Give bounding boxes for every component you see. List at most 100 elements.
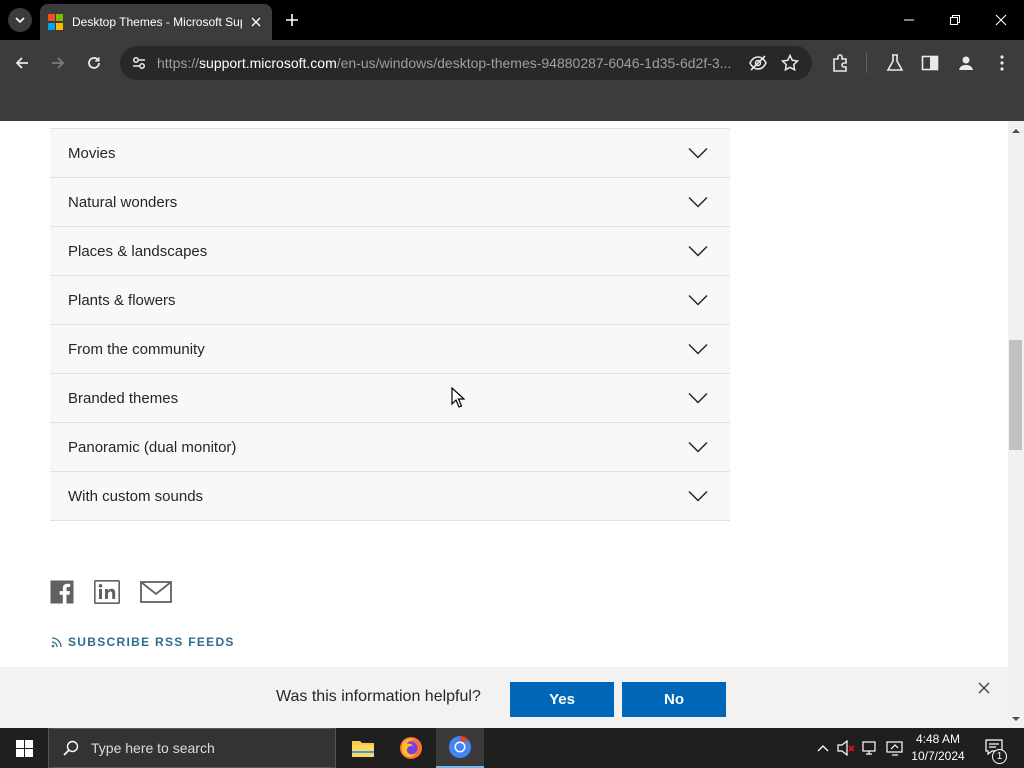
chevron-down-icon (688, 196, 708, 208)
star-icon[interactable] (780, 53, 800, 73)
accordion-item-branded-themes[interactable]: Branded themes (50, 374, 730, 423)
accordion-item-custom-sounds[interactable]: With custom sounds (50, 472, 730, 521)
new-tab-icon[interactable] (282, 10, 302, 30)
chevron-down-icon (688, 490, 708, 502)
forward-button[interactable] (46, 51, 70, 75)
accordion-item-label: Panoramic (dual monitor) (68, 438, 237, 456)
close-icon[interactable] (977, 681, 991, 695)
themes-accordion: Movies Natural wonders Places & landscap… (50, 128, 730, 521)
microsoft-logo-icon (48, 14, 64, 30)
reload-button[interactable] (82, 51, 106, 75)
share-facebook-link[interactable] (50, 580, 74, 604)
accordion-item-natural-wonders[interactable]: Natural wonders (50, 178, 730, 227)
feedback-yes-button[interactable]: Yes (510, 682, 614, 717)
taskbar-search-box[interactable]: Type here to search (48, 728, 336, 768)
tab-title: Desktop Themes - Microsoft Support (72, 15, 242, 29)
network-icon (862, 741, 876, 755)
tab-strip: Desktop Themes - Microsoft Support (0, 0, 1024, 40)
email-icon (140, 581, 172, 603)
firefox-icon (400, 737, 422, 759)
accordion-item-from-the-community[interactable]: From the community (50, 325, 730, 374)
chrome-icon (449, 736, 471, 758)
share-email-link[interactable] (140, 580, 172, 604)
show-hidden-icons-button[interactable] (814, 738, 832, 758)
share-links (50, 580, 192, 604)
windows-logo-icon (15, 739, 33, 757)
chevron-down-icon (688, 294, 708, 306)
accordion-item-places-landscapes[interactable]: Places & landscapes (50, 227, 730, 276)
network-button[interactable] (862, 738, 880, 758)
clock-time: 4:48 AM (915, 732, 961, 746)
accordion-item-label: From the community (68, 340, 205, 358)
scroll-down-icon[interactable] (1010, 714, 1022, 724)
scroll-up-icon[interactable] (1010, 126, 1022, 136)
site-settings-icon[interactable] (128, 52, 150, 74)
taskbar-clock[interactable]: 4:48 AM 10/7/2024 (902, 731, 974, 765)
taskbar-chrome[interactable] (436, 728, 484, 768)
feedback-no-button[interactable]: No (622, 682, 726, 717)
taskbar-firefox[interactable] (387, 728, 435, 768)
tab-search-button[interactable] (8, 8, 32, 32)
scrollbar-thumb[interactable] (1009, 340, 1022, 450)
folder-icon (352, 741, 374, 757)
rss-subscribe-link[interactable]: SUBSCRIBE RSS FEEDS (51, 635, 235, 649)
accordion-item-label: Natural wonders (68, 193, 178, 211)
profile-icon[interactable] (955, 52, 977, 74)
toolbar-divider (866, 53, 867, 73)
notification-count-badge: 1 (992, 749, 1007, 764)
side-panel-icon[interactable] (919, 52, 941, 74)
arrow-left-icon (15, 57, 28, 69)
arrow-right-icon (52, 57, 65, 69)
accordion-item-label: Branded themes (68, 389, 179, 407)
url-text: https://support.microsoft.com/en-us/wind… (157, 55, 747, 71)
chevron-up-icon (817, 745, 829, 752)
url-host: support.microsoft.com (199, 55, 337, 71)
mouse-cursor-icon (451, 387, 465, 408)
labs-flask-icon[interactable] (884, 52, 906, 74)
volume-muted-icon (837, 740, 855, 756)
page-viewport: Movies Natural wonders Places & landscap… (0, 121, 1008, 728)
accordion-item-label: Plants & flowers (68, 291, 176, 309)
restore-icon (950, 15, 960, 25)
linkedin-icon (94, 580, 120, 604)
chevron-down-icon (688, 147, 708, 159)
accordion-item-label: Places & landscapes (68, 242, 208, 260)
accordion-item-panoramic[interactable]: Panoramic (dual monitor) (50, 423, 730, 472)
chevron-down-icon (688, 343, 708, 355)
chevron-down-icon (688, 392, 708, 404)
reload-icon (88, 57, 100, 69)
extensions-icon[interactable] (830, 52, 852, 74)
rss-label: SUBSCRIBE RSS FEEDS (68, 635, 235, 649)
taskbar-file-explorer[interactable] (339, 728, 387, 768)
menu-dots-icon[interactable] (991, 52, 1013, 74)
url-path: /en-us/windows/desktop-themes-94880287-6… (336, 55, 732, 71)
accordion-item-plants-flowers[interactable]: Plants & flowers (50, 276, 730, 325)
minimize-button[interactable] (886, 0, 932, 40)
windows-taskbar: Type here to search 4:48 AM 10/7/2024 1 (0, 728, 1024, 768)
feedback-question: Was this information helpful? (276, 688, 481, 705)
url-scheme: https:// (157, 55, 200, 71)
rss-icon (51, 636, 62, 647)
back-button[interactable] (10, 51, 34, 75)
clock-date: 10/7/2024 (911, 749, 965, 763)
accordion-item-movies[interactable]: Movies (50, 129, 730, 178)
close-window-button[interactable] (978, 0, 1024, 40)
eye-off-icon[interactable] (748, 53, 768, 73)
minimize-icon (904, 19, 914, 21)
chevron-down-icon (15, 17, 25, 23)
start-button[interactable] (0, 728, 48, 768)
accordion-item-label: With custom sounds (68, 487, 204, 505)
restore-button[interactable] (932, 0, 978, 40)
close-tab-icon[interactable] (248, 14, 264, 30)
search-icon (63, 740, 79, 756)
close-icon (995, 14, 1007, 26)
volume-button[interactable] (837, 738, 855, 758)
address-bar[interactable]: https://support.microsoft.com/en-us/wind… (120, 46, 812, 80)
browser-tab[interactable]: Desktop Themes - Microsoft Support (40, 4, 272, 40)
chevron-down-icon (688, 441, 708, 453)
share-linkedin-link[interactable] (94, 580, 120, 604)
accordion-item-label: Movies (68, 144, 116, 162)
taskbar-search-placeholder: Type here to search (91, 740, 215, 756)
browser-toolbar: https://support.microsoft.com/en-us/wind… (0, 40, 1024, 86)
feedback-bar: Was this information helpful? Yes No (0, 667, 1008, 728)
